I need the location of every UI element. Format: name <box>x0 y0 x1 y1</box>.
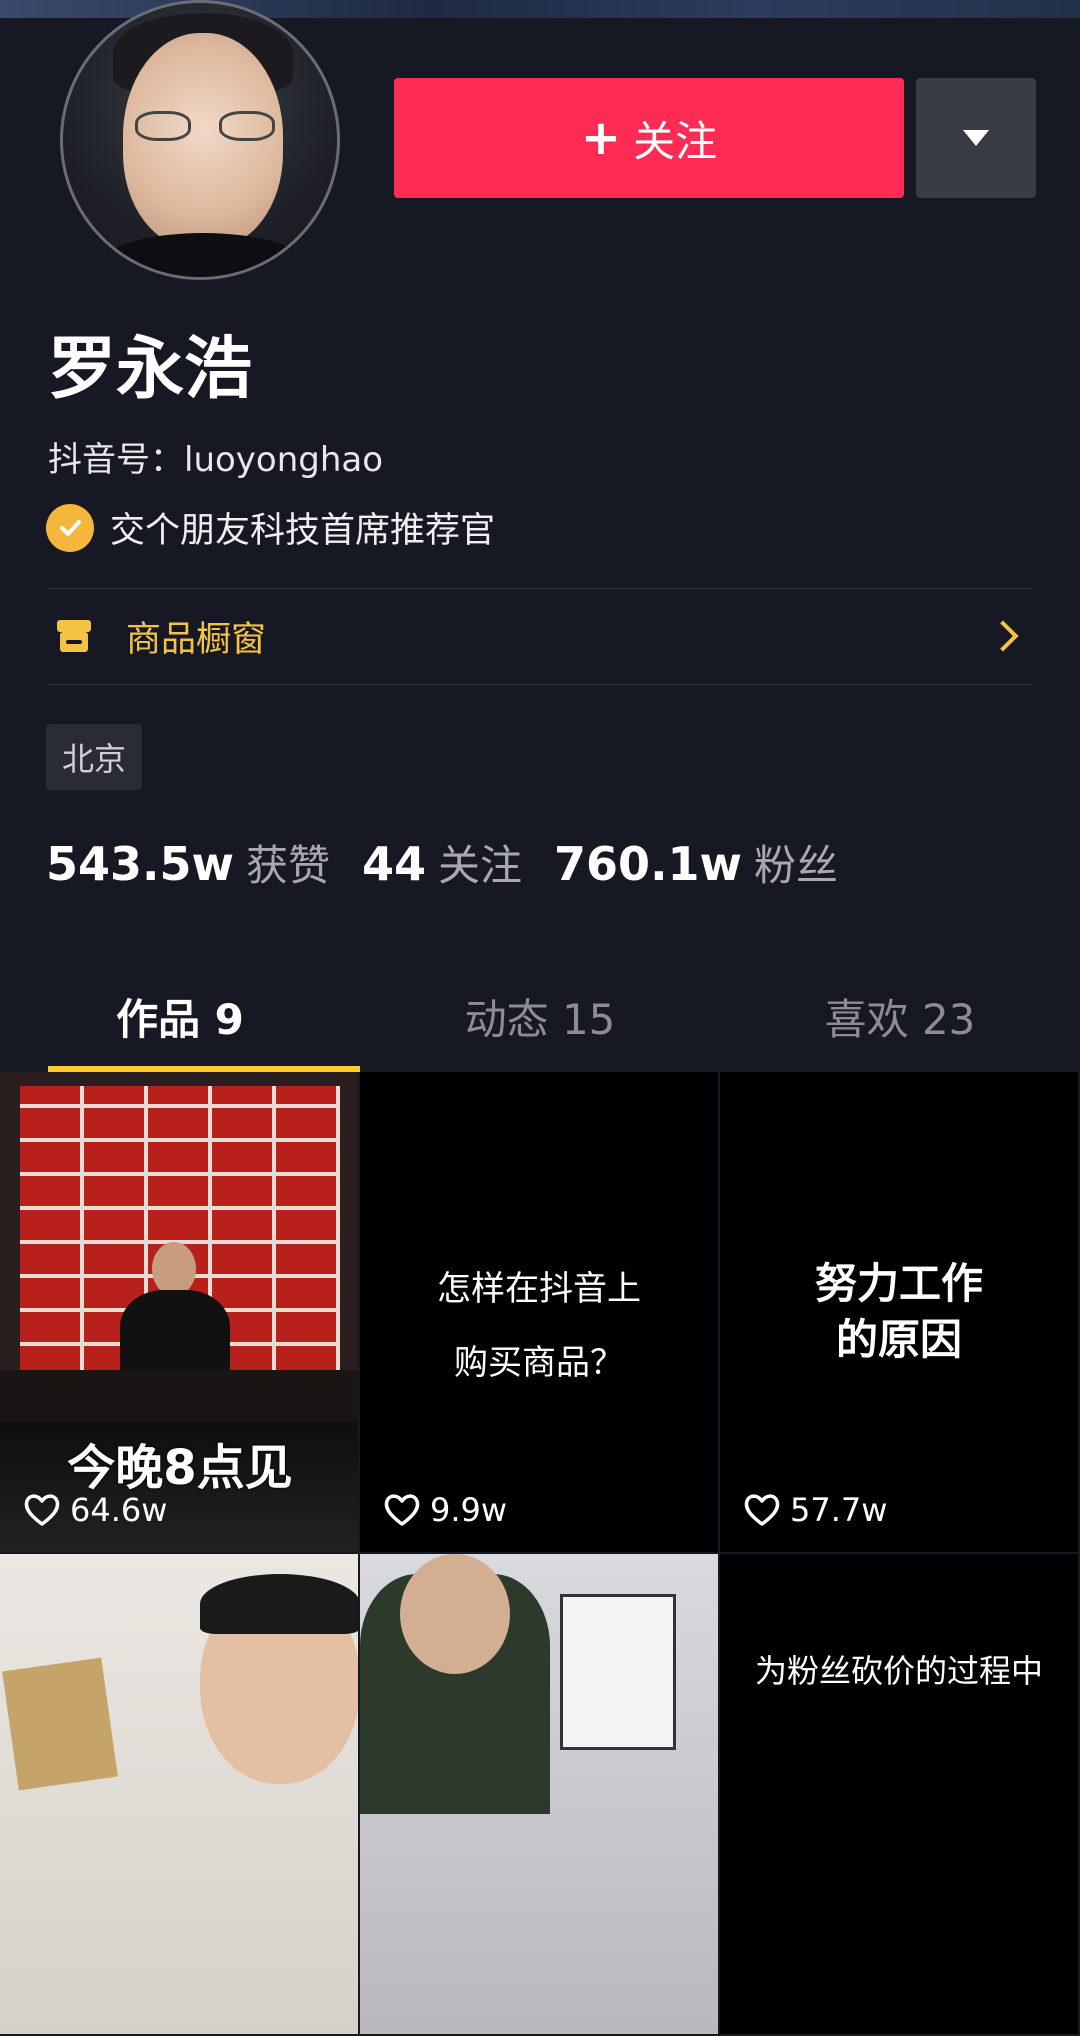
follow-label: 关注 <box>633 116 718 166</box>
stat-label: 获赞 <box>246 841 331 890</box>
dropdown-triangle-icon <box>963 130 989 146</box>
heart-icon <box>24 1494 60 1526</box>
thumbnail-title: 努力工作 的原因 <box>720 1256 1078 1368</box>
thumbnail-image <box>360 1554 718 2034</box>
verified-check-icon <box>46 503 94 552</box>
tab-works[interactable]: 作品 9 <box>0 960 360 1072</box>
like-count-text: 9.9w <box>430 1491 508 1529</box>
like-count-text: 64.6w <box>70 1491 168 1529</box>
video-thumbnail[interactable] <box>0 1554 360 2036</box>
like-count: 64.6w <box>22 1490 167 1530</box>
divider <box>46 684 1034 685</box>
tab-posts[interactable]: 动态 15 <box>360 960 720 1072</box>
tab-liked[interactable]: 喜欢 23 <box>720 960 1080 1072</box>
stat-following[interactable]: 44 关注 <box>362 832 522 893</box>
chevron-right-icon <box>987 620 1019 652</box>
thumbnail-title: 为粉丝砍价的过程中 <box>720 1634 1078 1708</box>
like-count-text: 57.7w <box>790 1491 888 1529</box>
tab-label: 动态 15 <box>464 994 616 1044</box>
stat-value: 543.5w <box>46 837 234 891</box>
video-thumbnail[interactable]: 今晚8点见 64.6w <box>0 1072 360 1554</box>
shop-icon <box>57 620 91 652</box>
stats-row: 543.5w 获赞 44 关注 760.1w 粉丝 <box>46 832 870 893</box>
thumbnail-title-line: 为粉丝砍价的过程中 <box>754 1652 1043 1690</box>
stat-value: 760.1w <box>554 837 743 891</box>
thumbnail-title-line: 努力工作 <box>814 1259 983 1308</box>
shop-window-label: 商品橱窗 <box>126 619 267 660</box>
heart-icon <box>744 1494 780 1526</box>
thumbnail-title-line: 的原因 <box>835 1315 962 1364</box>
stat-likes: 543.5w 获赞 <box>46 832 330 893</box>
thumbnail-overlay-text: 今晚8点见 <box>67 1440 293 1496</box>
like-count: 57.7w <box>742 1490 887 1530</box>
avatar-glasses <box>135 111 275 143</box>
profile-tabs: 作品 9 动态 15 喜欢 23 <box>0 960 1080 1072</box>
plus-icon: + <box>580 110 622 166</box>
location-tag: 北京 <box>46 724 143 790</box>
verification-text: 交个朋友科技首席推荐官 <box>110 511 496 551</box>
like-count: 9.9w <box>382 1490 507 1530</box>
follow-button[interactable]: + 关注 <box>394 78 904 198</box>
thumbnail-overlay: 今晚8点见 <box>0 1422 358 1552</box>
thumbnail-title: 怎样在抖音上 购买商品？ <box>360 1252 718 1400</box>
video-thumbnail[interactable]: 为粉丝砍价的过程中 <box>720 1554 1080 2036</box>
profile-name: 罗永浩 <box>48 330 253 409</box>
stat-label: 关注 <box>438 841 523 890</box>
thumbnail-title-line: 购买商品？ <box>454 1343 624 1383</box>
video-grid: 今晚8点见 64.6w 怎样在抖音上 购买商品？ 9.9w 努力工作 的原因 5… <box>0 1072 1080 2036</box>
stat-followers[interactable]: 760.1w 粉丝 <box>554 832 838 893</box>
avatar[interactable] <box>60 0 340 280</box>
stat-value: 44 <box>362 837 427 891</box>
tab-label: 作品 9 <box>116 994 244 1044</box>
more-options-button[interactable] <box>916 78 1036 198</box>
video-thumbnail[interactable]: 努力工作 的原因 57.7w <box>720 1072 1080 1554</box>
tab-label: 喜欢 23 <box>824 994 976 1044</box>
thumbnail-title-line: 怎样在抖音上 <box>437 1269 641 1309</box>
video-thumbnail[interactable]: 怎样在抖音上 购买商品？ 9.9w <box>360 1072 720 1554</box>
thumbnail-image <box>0 1554 358 2034</box>
douyin-id: 抖音号：luoyonghao <box>48 440 384 480</box>
heart-icon <box>384 1494 420 1526</box>
avatar-shirt <box>103 233 303 277</box>
video-thumbnail[interactable] <box>360 1554 720 2036</box>
stat-label: 粉丝 <box>754 841 839 890</box>
shop-window-row[interactable]: 商品橱窗 <box>46 588 1034 684</box>
verification-row: 交个朋友科技首席推荐官 <box>46 502 495 553</box>
